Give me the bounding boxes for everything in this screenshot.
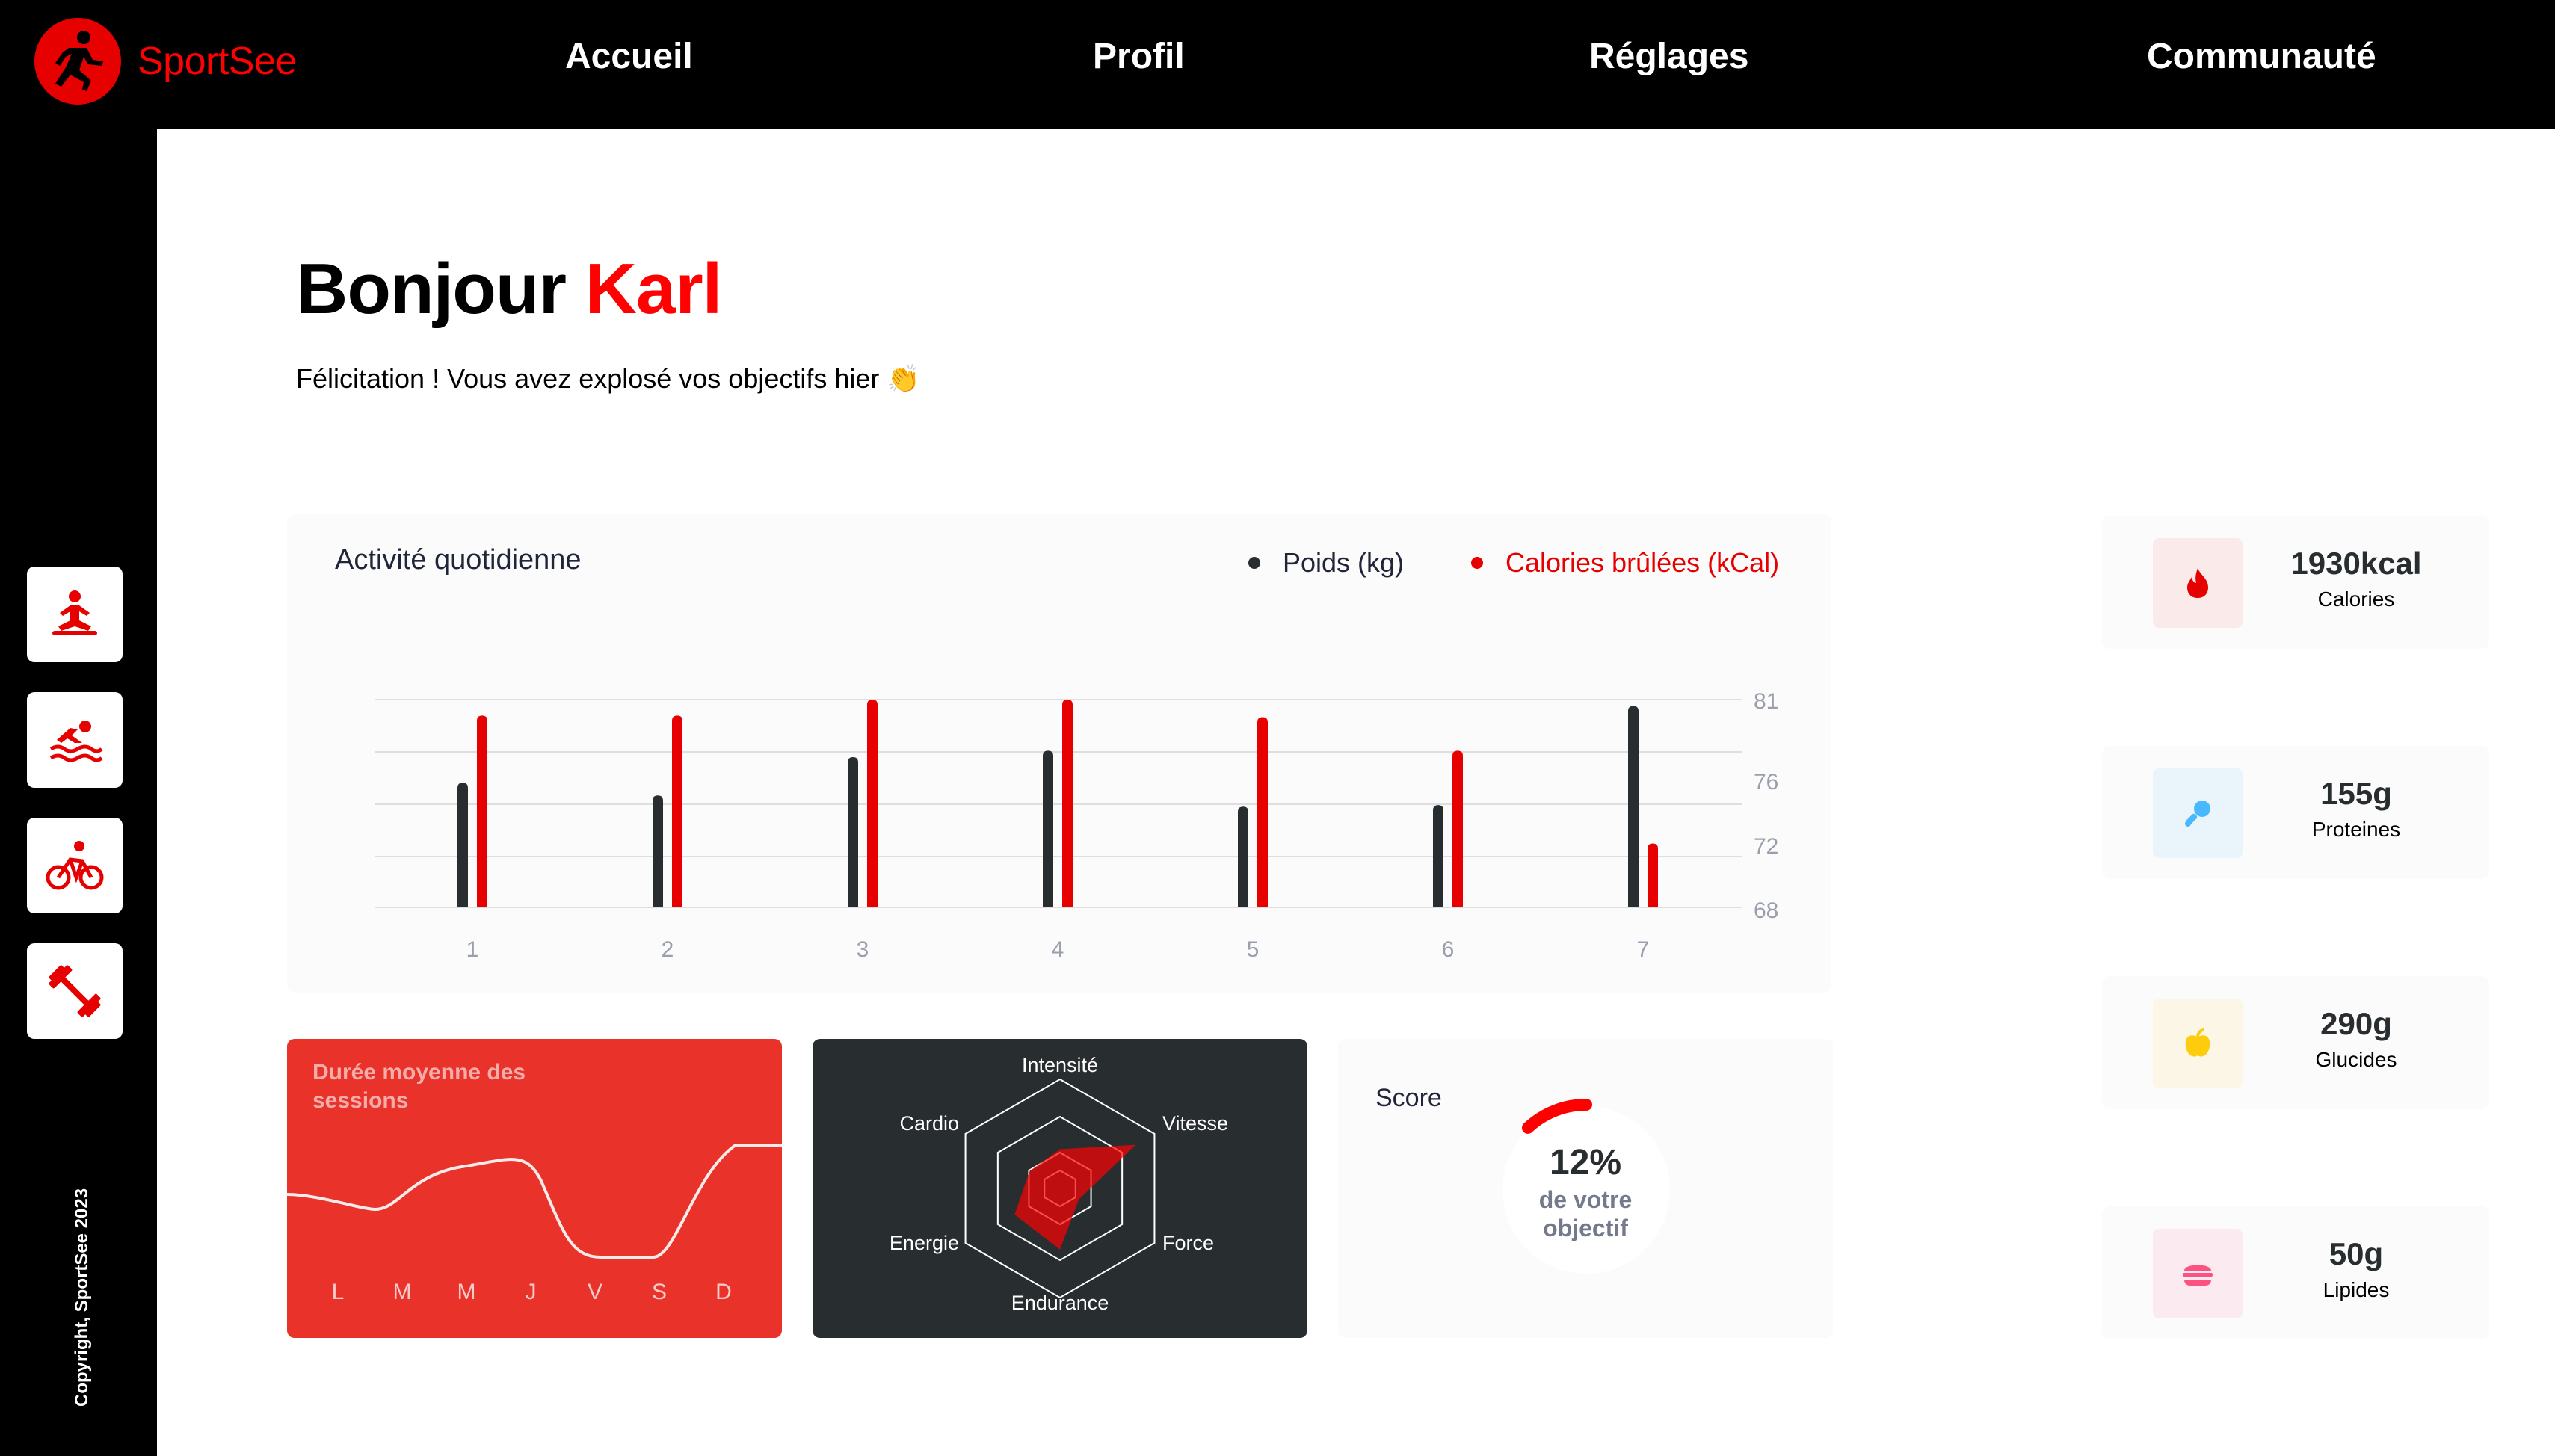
nav-reglages[interactable]: Réglages xyxy=(1589,36,1748,77)
x-tick-label: 4 xyxy=(1052,937,1064,962)
key-data-lipids: 50g Lipides xyxy=(2102,1206,2489,1339)
logo[interactable]: SportSee xyxy=(34,18,297,105)
x-tick-label: 5 xyxy=(1247,937,1260,962)
weight-bar xyxy=(1043,750,1053,907)
carbs-value: 290g xyxy=(2320,1006,2392,1041)
yoga-button[interactable] xyxy=(27,567,123,662)
yoga-icon xyxy=(52,590,97,635)
nav-accueil[interactable]: Accueil xyxy=(565,36,693,77)
session-day-label: L xyxy=(332,1280,345,1304)
y-tick-label: 76 xyxy=(1754,770,1778,795)
performance-radar-card: Intensité Vitesse Force Endurance Energie Car… xyxy=(813,1039,1307,1338)
session-day-label: V xyxy=(588,1280,602,1304)
lipids-label: Lipides xyxy=(2323,1278,2390,1301)
daily-activity-chart: Activité quotidienne Poids (kg) Calories… xyxy=(287,514,1831,993)
greeting-message: Félicitation ! Vous avez explosé vos obj… xyxy=(296,363,921,394)
x-tick-label: 7 xyxy=(1637,937,1650,962)
weight-bar xyxy=(457,783,468,907)
swimming-icon xyxy=(49,721,103,762)
nav-communaute[interactable]: Communauté xyxy=(2147,36,2376,77)
greeting-hello: Bonjour xyxy=(296,249,567,329)
calories-bar xyxy=(1452,750,1463,907)
left-sidebar: Copyright, SportSee 2023 xyxy=(0,129,157,1456)
x-tick-label: 3 xyxy=(857,937,869,962)
activity-bars: 81 76 72 68 1 2 3 4 5 6 7 xyxy=(375,689,1778,962)
proteins-label: Proteines xyxy=(2311,818,2401,841)
cycling-button[interactable] xyxy=(27,818,123,913)
calories-bar xyxy=(867,700,878,907)
user-name: Karl xyxy=(585,249,723,329)
nav-profil[interactable]: Profil xyxy=(1093,36,1185,77)
app-name: SportSee xyxy=(138,40,297,83)
apple-icon xyxy=(2153,999,2243,1088)
score-caption-line2: objectif xyxy=(1543,1215,1628,1241)
session-day-label: M xyxy=(457,1280,476,1304)
runner-logo-icon xyxy=(34,18,121,105)
weight-bar xyxy=(1628,706,1639,907)
radar-axis-label: Cardio xyxy=(899,1112,959,1135)
performance-radar-chart: Intensité Vitesse Force Endurance Energie Car… xyxy=(890,1054,1228,1314)
burger-icon xyxy=(2153,1229,2243,1318)
key-data-calories: 1930kcal Calories xyxy=(2102,516,2489,649)
x-tick-label: 2 xyxy=(662,937,674,962)
score-percentage: 12% xyxy=(1549,1143,1622,1182)
carbs-label: Glucides xyxy=(2315,1048,2397,1071)
lipids-value: 50g xyxy=(2329,1236,2384,1271)
greeting-title: Bonjour Karl xyxy=(296,248,723,330)
weightlifting-button[interactable] xyxy=(27,943,123,1039)
session-day-label: D xyxy=(715,1280,732,1304)
score-caption: de votre objectif xyxy=(1338,1185,1833,1242)
copyright-text: Copyright, SportSee 2023 xyxy=(72,1188,92,1407)
sessions-line-chart: LMMJVSD xyxy=(287,1144,782,1304)
radar-data-area xyxy=(1014,1144,1136,1250)
average-sessions-card: Durée moyenne des sessions LMMJVSD xyxy=(287,1039,782,1338)
score-caption-line1: de votre xyxy=(1538,1186,1633,1213)
session-day-label: S xyxy=(652,1280,667,1304)
x-tick-label: 6 xyxy=(1442,937,1455,962)
radar-axis-label: Vitesse xyxy=(1162,1112,1228,1135)
score-card: Score 12% de votre objectif xyxy=(1338,1039,1833,1338)
sessions-line xyxy=(287,1144,782,1259)
calories-value: 1930kcal xyxy=(2290,546,2422,581)
weight-bar xyxy=(848,756,858,907)
calories-bar xyxy=(1257,717,1268,907)
y-tick-label: 72 xyxy=(1754,834,1778,859)
x-tick-label: 1 xyxy=(466,937,479,962)
top-navigation-bar: SportSee Accueil Profil Réglages Communa… xyxy=(0,0,2555,129)
cycling-icon xyxy=(46,841,104,890)
y-tick-label: 68 xyxy=(1754,898,1778,923)
session-day-label: J xyxy=(526,1280,537,1304)
calories-bar xyxy=(1648,843,1658,907)
key-data-proteins: 155g Proteines xyxy=(2102,746,2489,879)
calories-bar xyxy=(477,715,487,907)
radar-axis-label: Endurance xyxy=(1011,1292,1109,1314)
weight-bar xyxy=(653,795,663,907)
proteins-value: 155g xyxy=(2320,776,2392,811)
weight-bar xyxy=(1433,805,1443,907)
calories-label: Calories xyxy=(2317,587,2395,611)
radar-axis-label: Force xyxy=(1162,1232,1214,1254)
chicken-icon xyxy=(2153,768,2243,858)
flame-icon xyxy=(2153,538,2243,628)
radar-axis-label: Energie xyxy=(890,1232,959,1254)
y-tick-label: 81 xyxy=(1754,689,1778,714)
dumbbell-icon xyxy=(49,965,101,1017)
radar-axis-label: Intensité xyxy=(1022,1054,1098,1076)
score-arc xyxy=(1521,1099,1592,1134)
weight-bar xyxy=(1238,806,1248,907)
calories-bar xyxy=(1062,700,1073,907)
session-day-label: M xyxy=(393,1280,412,1304)
calories-bar xyxy=(672,715,682,907)
key-data-carbs: 290g Glucides xyxy=(2102,976,2489,1109)
swimming-button[interactable] xyxy=(27,692,123,788)
